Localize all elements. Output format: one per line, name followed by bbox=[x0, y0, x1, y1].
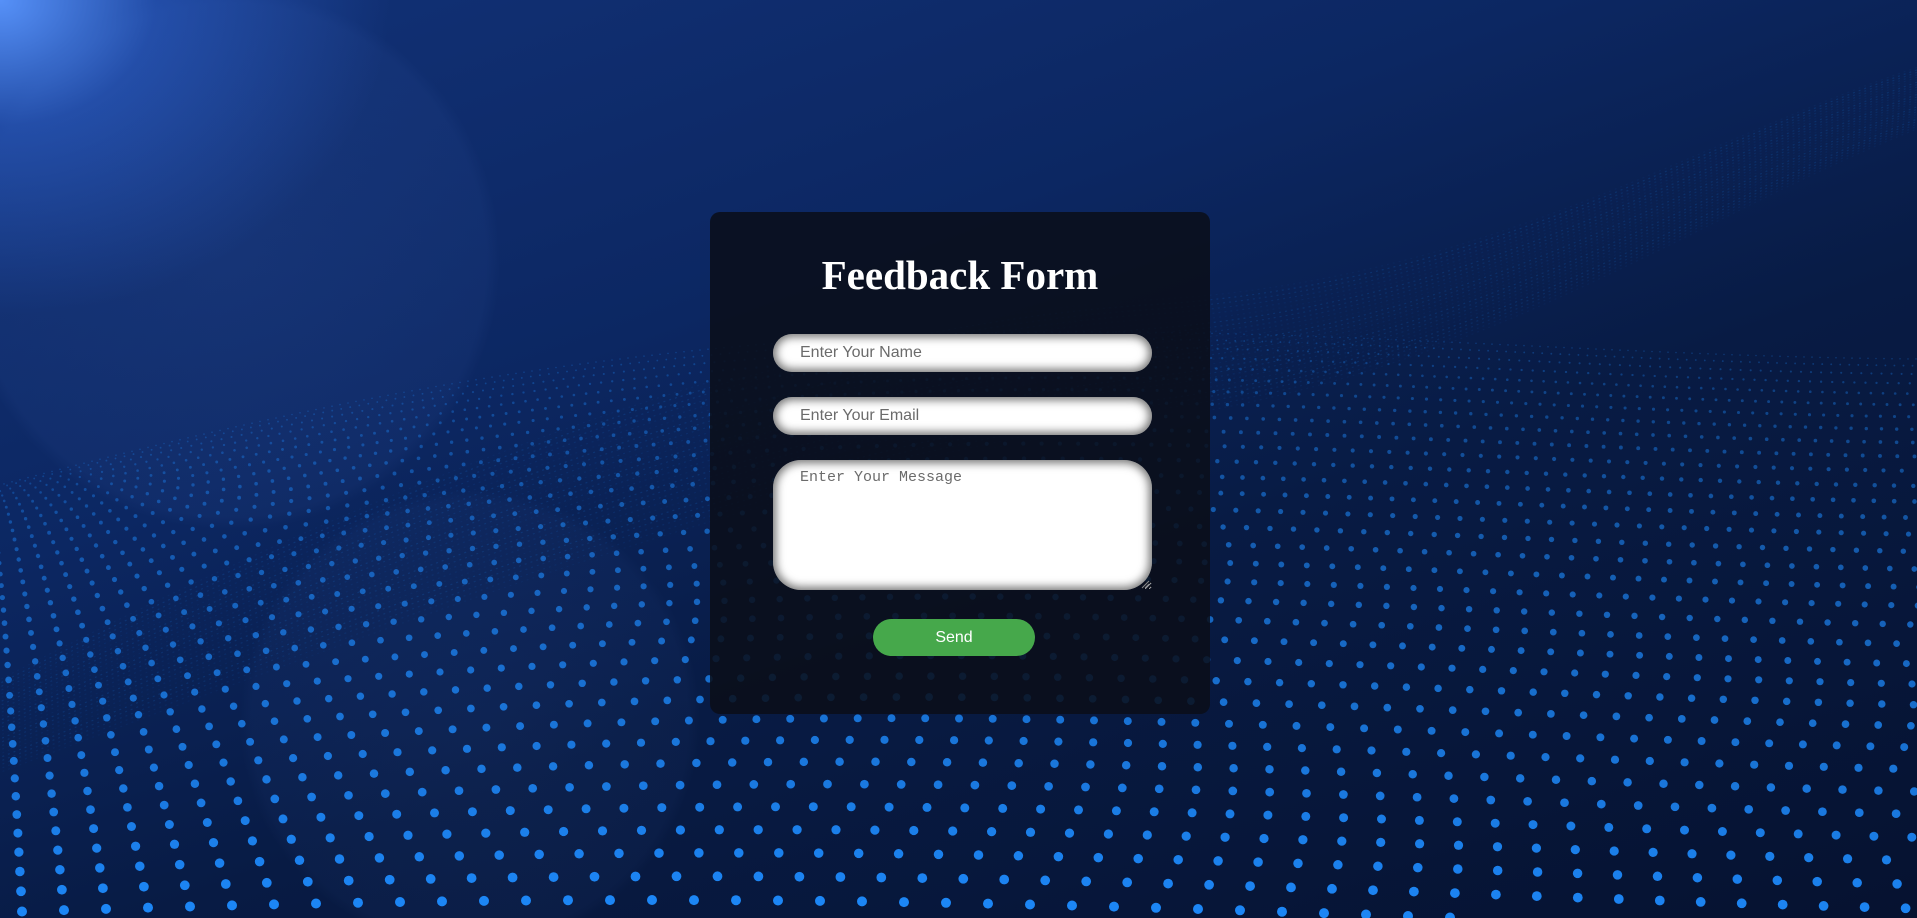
name-input[interactable] bbox=[773, 334, 1152, 372]
message-textarea[interactable] bbox=[773, 460, 1152, 590]
email-input[interactable] bbox=[773, 397, 1152, 435]
send-button[interactable]: Send bbox=[873, 619, 1035, 656]
form-title: Feedback Form bbox=[821, 252, 1099, 298]
